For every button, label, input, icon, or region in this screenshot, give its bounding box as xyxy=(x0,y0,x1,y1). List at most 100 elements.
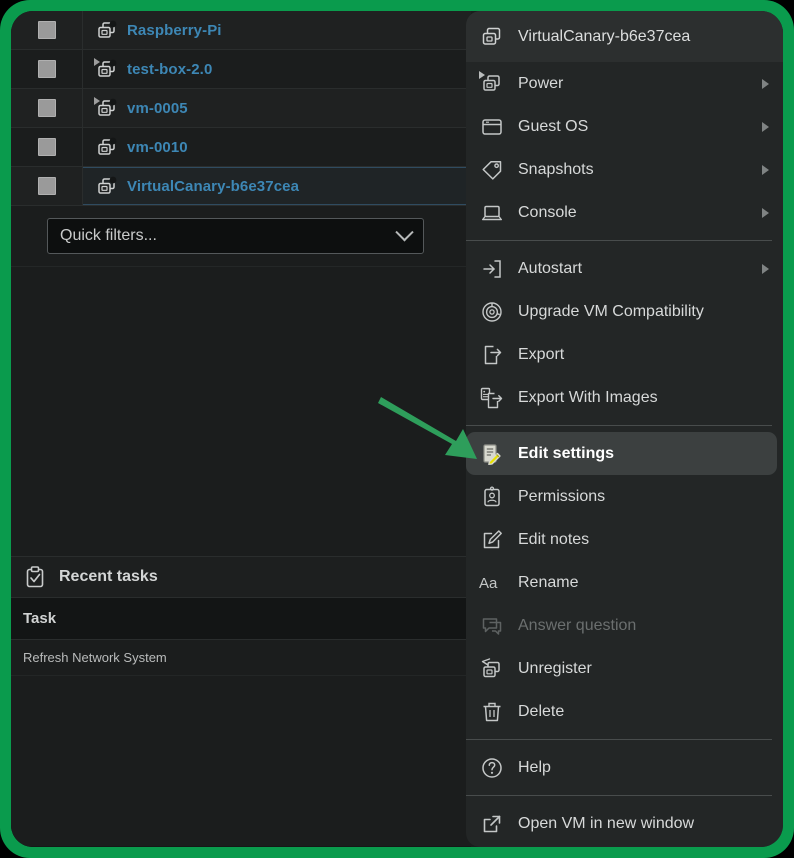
expand-triangle-icon xyxy=(479,71,485,79)
vm-row-checkbox[interactable] xyxy=(37,99,56,117)
rename-aa-icon: Aa xyxy=(479,571,504,595)
menu-group: Autostart Upgrade VM Compatibility Export E… xyxy=(466,247,783,419)
edit-settings-icon xyxy=(480,442,504,466)
vm-row-virtualcanary-b6e37cea[interactable]: VirtualCanary-b6e37cea xyxy=(11,167,471,206)
menu-item-rename[interactable]: Aa Rename xyxy=(466,561,783,604)
quick-filters-select[interactable]: Quick filters... xyxy=(47,218,424,254)
quick-filters-bar: Quick filters... xyxy=(11,207,471,267)
menu-item-label: Snapshots xyxy=(518,160,594,178)
vm-row-vm-0010[interactable]: vm-0010 xyxy=(11,128,471,167)
vm-name-link[interactable]: test-box-2.0 xyxy=(127,61,212,78)
menu-item-console[interactable]: Console xyxy=(466,191,783,234)
vm-row-name-cell: vm-0005 xyxy=(83,89,471,127)
menu-group: Help xyxy=(466,746,783,789)
vm-row-name-cell: vm-0010 xyxy=(83,128,471,166)
menu-item-power[interactable]: Power xyxy=(466,62,783,105)
vm-row-checkbox[interactable] xyxy=(37,177,56,195)
vm-row-checkbox[interactable] xyxy=(37,60,56,78)
upgrade-icon xyxy=(480,300,504,324)
vm-name-link[interactable]: vm-0010 xyxy=(127,139,188,156)
menu-item-label: Help xyxy=(518,758,551,776)
menu-item-label: Autostart xyxy=(518,259,583,277)
vm-row-checkbox-cell xyxy=(11,11,83,49)
menu-item-export[interactable]: Export xyxy=(466,333,783,376)
recent-tasks-header[interactable]: Recent tasks xyxy=(11,557,471,598)
menu-item-label: Open VM in new window xyxy=(518,814,695,832)
export-icon xyxy=(480,343,504,367)
vm-name-link[interactable]: vm-0005 xyxy=(127,100,188,117)
vm-name-link[interactable]: VirtualCanary-b6e37cea xyxy=(127,178,299,195)
recent-tasks-title: Recent tasks xyxy=(59,568,158,585)
menu-item-label: Delete xyxy=(518,702,565,720)
vm-list-table: Raspberry-Pi test-box-2.0 vm-0005 vm-0010 Vi… xyxy=(11,11,471,206)
vm-row-raspberry-pi[interactable]: Raspberry-Pi xyxy=(11,11,471,50)
vm-row-checkbox[interactable] xyxy=(37,138,56,156)
menu-separator xyxy=(466,795,772,796)
submenu-chevron-icon xyxy=(762,79,769,89)
quick-filters-label: Quick filters... xyxy=(60,227,157,244)
vm-icon xyxy=(95,136,117,158)
external-link-icon xyxy=(480,812,504,836)
menu-item-label: Permissions xyxy=(518,487,606,505)
menu-item-label: Edit notes xyxy=(518,530,590,548)
menu-item-label: Guest OS xyxy=(518,117,589,135)
menu-item-label: Rename xyxy=(518,573,579,591)
menu-group: Power Guest OS Snapshots Console xyxy=(466,62,783,234)
laptop-icon xyxy=(480,201,504,225)
tag-icon xyxy=(480,158,504,182)
inventory-empty-space xyxy=(11,267,471,556)
vm-icon xyxy=(95,175,117,197)
menu-item-edit-notes[interactable]: Edit notes xyxy=(466,518,783,561)
menu-item-label: Export xyxy=(518,345,565,363)
pencil-square-icon xyxy=(480,528,504,552)
window-icon xyxy=(480,115,504,139)
menu-item-label: Edit settings xyxy=(518,444,615,462)
vm-icon xyxy=(95,19,117,41)
task-name-cell: Refresh Network System xyxy=(23,650,167,665)
vm-row-checkbox-cell xyxy=(11,89,83,127)
recent-tasks-filler xyxy=(11,676,471,846)
recent-tasks-column-header: Task xyxy=(11,598,471,640)
autostart-icon xyxy=(480,257,504,281)
menu-item-help[interactable]: Help xyxy=(466,746,783,789)
screenshot-frame: Raspberry-Pi test-box-2.0 vm-0005 vm-0010 Vi… xyxy=(0,0,794,858)
context-menu-body: Power Guest OS Snapshots Console Autostart Up… xyxy=(466,62,783,845)
menu-item-upgrade-vm-compatibility[interactable]: Upgrade VM Compatibility xyxy=(466,290,783,333)
submenu-chevron-icon xyxy=(762,122,769,132)
menu-item-guest-os[interactable]: Guest OS xyxy=(466,105,783,148)
menu-item-unregister[interactable]: Unregister xyxy=(466,647,783,690)
vm-inventory-pane: Raspberry-Pi test-box-2.0 vm-0005 vm-0010 Vi… xyxy=(11,11,471,847)
menu-separator xyxy=(466,739,772,740)
menu-item-snapshots[interactable]: Snapshots xyxy=(466,148,783,191)
recent-tasks-panel: Recent tasks Task Refresh Network System xyxy=(11,556,471,847)
help-circle-icon xyxy=(480,756,504,780)
vm-name-link[interactable]: Raspberry-Pi xyxy=(127,22,222,39)
vm-context-menu: VirtualCanary-b6e37cea Power Guest OS Snap… xyxy=(466,11,783,847)
column-header-task[interactable]: Task xyxy=(23,610,56,627)
menu-separator xyxy=(466,240,772,241)
menu-item-label: Console xyxy=(518,203,577,221)
menu-item-label: Answer question xyxy=(518,616,637,634)
menu-item-delete[interactable]: Delete xyxy=(466,690,783,733)
menu-item-export-with-images[interactable]: Export With Images xyxy=(466,376,783,419)
menu-item-edit-settings[interactable]: Edit settings xyxy=(466,432,777,475)
clipboard-check-icon xyxy=(25,566,45,588)
vm-row-test-box-2.0[interactable]: test-box-2.0 xyxy=(11,50,471,89)
vm-row-vm-0005[interactable]: vm-0005 xyxy=(11,89,471,128)
context-menu-header: VirtualCanary-b6e37cea xyxy=(466,11,783,62)
app-window: Raspberry-Pi test-box-2.0 vm-0005 vm-0010 Vi… xyxy=(11,11,783,847)
menu-group: Open VM in new window xyxy=(466,802,783,845)
vm-row-name-cell: test-box-2.0 xyxy=(83,50,471,88)
vm-icon xyxy=(95,58,117,80)
table-row[interactable]: Refresh Network System xyxy=(11,640,471,676)
menu-item-autostart[interactable]: Autostart xyxy=(466,247,783,290)
vm-row-checkbox[interactable] xyxy=(37,21,56,39)
menu-item-open-vm-in-new-window[interactable]: Open VM in new window xyxy=(466,802,783,845)
menu-item-permissions[interactable]: Permissions xyxy=(466,475,783,518)
submenu-chevron-icon xyxy=(762,264,769,274)
svg-text:Aa: Aa xyxy=(479,575,498,592)
vm-row-checkbox-cell xyxy=(11,50,83,88)
export-images-icon xyxy=(480,386,504,410)
menu-item-label: Upgrade VM Compatibility xyxy=(518,302,704,320)
menu-item-label: Export With Images xyxy=(518,388,658,406)
